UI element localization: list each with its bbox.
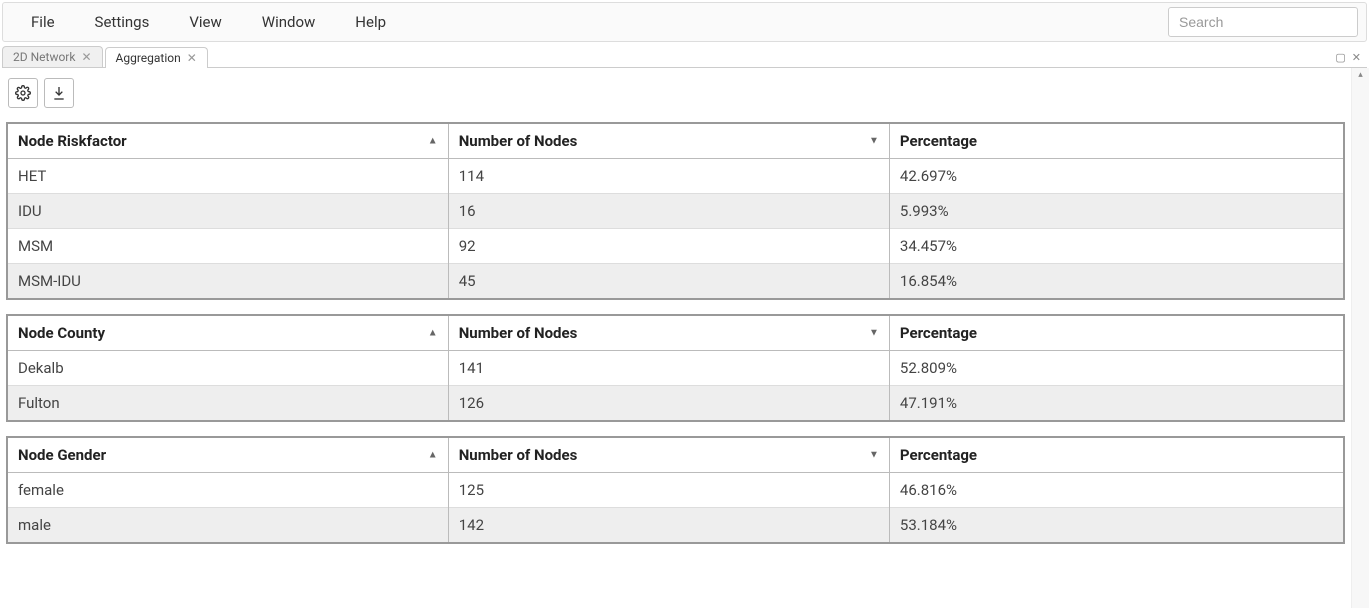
aggregation-table: Node County▲Number of Nodes▼PercentageDe… [6, 314, 1345, 422]
column-header-percentage[interactable]: Percentage [889, 437, 1344, 473]
menu-settings[interactable]: Settings [87, 9, 158, 35]
tabbar-controls: ▢ ✕ [1335, 51, 1367, 67]
cell-group: IDU [7, 194, 448, 229]
content-wrap: Node Riskfactor▲Number of Nodes▼Percenta… [0, 68, 1369, 608]
cell-group: female [7, 473, 448, 508]
table-row[interactable]: MSM-IDU4516.854% [7, 264, 1344, 300]
cell-percentage: 46.816% [889, 473, 1344, 508]
cell-percentage: 16.854% [889, 264, 1344, 300]
table-row[interactable]: female12546.816% [7, 473, 1344, 508]
tabbar: 2D Network ✕ Aggregation ✕ ▢ ✕ [2, 44, 1367, 68]
tab-aggregation[interactable]: Aggregation ✕ [105, 47, 208, 68]
menubar-items: File Settings View Window Help [11, 9, 394, 35]
vertical-scrollbar[interactable]: ▴ [1351, 68, 1369, 608]
menu-file[interactable]: File [23, 9, 63, 35]
column-header-group[interactable]: Node Riskfactor▲ [7, 123, 448, 159]
aggregation-table: Node Riskfactor▲Number of Nodes▼Percenta… [6, 122, 1345, 300]
search-wrap [1168, 7, 1358, 37]
gear-icon [15, 85, 31, 101]
table-row[interactable]: MSM9234.457% [7, 229, 1344, 264]
settings-button[interactable] [8, 78, 38, 108]
cell-group: HET [7, 159, 448, 194]
table-header-row: Node Gender▲Number of Nodes▼Percentage [7, 437, 1344, 473]
cell-percentage: 5.993% [889, 194, 1344, 229]
tab-label: 2D Network [13, 50, 75, 64]
tab-2d-network[interactable]: 2D Network ✕ [2, 46, 103, 67]
cell-count: 45 [448, 264, 889, 300]
tables-host: Node Riskfactor▲Number of Nodes▼Percenta… [6, 122, 1345, 544]
cell-count: 114 [448, 159, 889, 194]
menu-view[interactable]: View [181, 9, 229, 35]
cell-count: 126 [448, 386, 889, 422]
cell-count: 125 [448, 473, 889, 508]
column-header-percentage[interactable]: Percentage [889, 315, 1344, 351]
table-header-row: Node County▲Number of Nodes▼Percentage [7, 315, 1344, 351]
close-panel-icon[interactable]: ✕ [1352, 51, 1361, 64]
cell-count: 142 [448, 508, 889, 544]
column-header-count[interactable]: Number of Nodes▼ [448, 123, 889, 159]
aggregation-table: Node Gender▲Number of Nodes▼Percentagefe… [6, 436, 1345, 544]
close-icon[interactable]: ✕ [81, 50, 91, 64]
column-header-percentage[interactable]: Percentage [889, 123, 1344, 159]
scroll-up-icon[interactable]: ▴ [1352, 70, 1369, 80]
cell-percentage: 53.184% [889, 508, 1344, 544]
download-icon [51, 85, 67, 101]
cell-count: 92 [448, 229, 889, 264]
column-header-count[interactable]: Number of Nodes▼ [448, 315, 889, 351]
table-row[interactable]: Fulton12647.191% [7, 386, 1344, 422]
sort-desc-icon: ▼ [869, 328, 879, 339]
cell-group: Dekalb [7, 351, 448, 386]
column-header-group[interactable]: Node Gender▲ [7, 437, 448, 473]
table-header-row: Node Riskfactor▲Number of Nodes▼Percenta… [7, 123, 1344, 159]
table-row[interactable]: HET11442.697% [7, 159, 1344, 194]
tab-label: Aggregation [116, 51, 181, 65]
sort-asc-icon: ▲ [428, 136, 438, 147]
table-row[interactable]: Dekalb14152.809% [7, 351, 1344, 386]
sort-asc-icon: ▲ [428, 328, 438, 339]
sort-asc-icon: ▲ [428, 450, 438, 461]
cell-group: MSM [7, 229, 448, 264]
toolbar [6, 78, 1345, 108]
table-row[interactable]: male14253.184% [7, 508, 1344, 544]
cell-group: male [7, 508, 448, 544]
column-header-group[interactable]: Node County▲ [7, 315, 448, 351]
cell-percentage: 52.809% [889, 351, 1344, 386]
download-button[interactable] [44, 78, 74, 108]
cell-percentage: 47.191% [889, 386, 1344, 422]
content: Node Riskfactor▲Number of Nodes▼Percenta… [0, 68, 1351, 608]
sort-desc-icon: ▼ [869, 136, 879, 147]
cell-group: MSM-IDU [7, 264, 448, 300]
close-icon[interactable]: ✕ [187, 51, 197, 65]
table-row[interactable]: IDU165.993% [7, 194, 1344, 229]
cell-group: Fulton [7, 386, 448, 422]
cell-count: 141 [448, 351, 889, 386]
sort-desc-icon: ▼ [869, 450, 879, 461]
menu-window[interactable]: Window [254, 9, 324, 35]
cell-count: 16 [448, 194, 889, 229]
maximize-icon[interactable]: ▢ [1335, 51, 1345, 64]
column-header-count[interactable]: Number of Nodes▼ [448, 437, 889, 473]
search-input[interactable] [1168, 7, 1358, 37]
cell-percentage: 42.697% [889, 159, 1344, 194]
cell-percentage: 34.457% [889, 229, 1344, 264]
menu-help[interactable]: Help [347, 9, 394, 35]
menubar: File Settings View Window Help [2, 2, 1367, 42]
